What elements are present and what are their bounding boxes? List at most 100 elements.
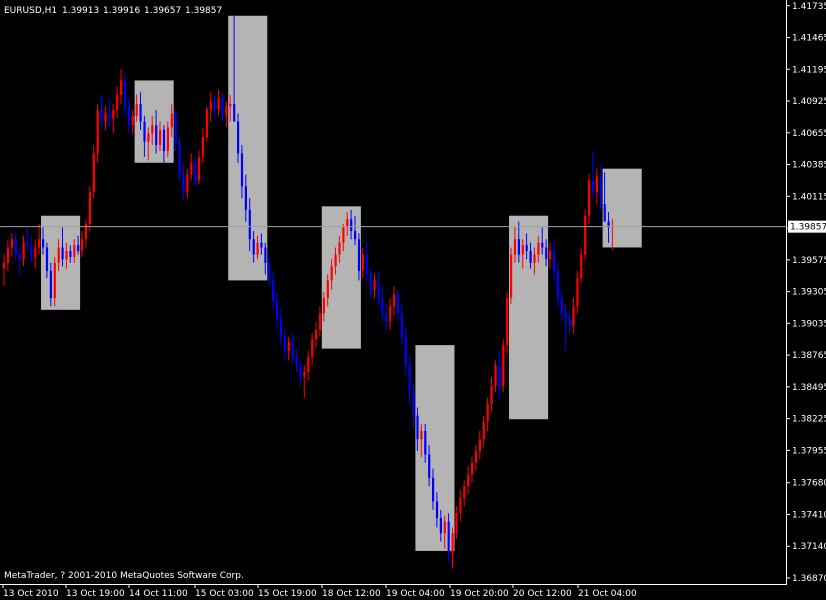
candle-body (190, 162, 193, 175)
candle-body (229, 103, 232, 107)
candle-body (572, 306, 575, 326)
x-tick-label: 13 Oct 19:00 (66, 589, 125, 599)
y-tick-label: 1.37410 (792, 510, 826, 520)
candle-body (6, 247, 10, 263)
candle-body (443, 521, 446, 534)
candle-body (272, 280, 275, 302)
chart-header: EURUSD,H1 1.39913 1.39916 1.39657 1.3985… (4, 6, 222, 16)
candle-body (416, 415, 419, 440)
candle-body (385, 313, 388, 322)
candle-body (424, 430, 427, 455)
candle-body (49, 271, 52, 299)
candle-body (357, 239, 361, 272)
candle-body (482, 421, 485, 440)
candle-body (603, 203, 606, 222)
candle-body (217, 98, 220, 110)
candle-128 (502, 339, 505, 393)
x-tick-label: 15 Oct 03:00 (195, 589, 254, 599)
symbol-label: EURUSD,H1 (4, 6, 57, 16)
candle-body (580, 254, 583, 279)
candle-body (471, 462, 474, 475)
candle-body (311, 339, 314, 357)
current-price-label: 1.39857 (788, 220, 826, 233)
y-tick-label: 1.38495 (792, 383, 826, 393)
candle-body (556, 271, 559, 299)
candle-body (369, 274, 372, 290)
candle-body (381, 298, 384, 314)
candle-body (408, 365, 411, 393)
x-tick-label: 20 Oct 12:00 (513, 589, 572, 599)
candle-body (318, 313, 322, 330)
y-tick-label: 1.39305 (792, 288, 826, 298)
candle-body (182, 174, 185, 193)
candle-body (599, 176, 602, 204)
candle-body (365, 254, 368, 275)
candle-body (38, 239, 41, 248)
candle-body (545, 247, 548, 260)
candle-body (14, 239, 17, 255)
candle-52 (205, 106, 208, 142)
price-chart[interactable]: 1.41735 1.41465 1.41195 1.40925 1.40655 1.403… (0, 0, 826, 600)
y-tick-label: 1.39575 (792, 256, 826, 266)
candle-body (276, 301, 279, 319)
candle-body (315, 329, 318, 340)
y-tick-label: 1.38765 (792, 351, 826, 361)
y-tick-label: 1.41735 (792, 2, 826, 12)
candle-body (595, 176, 598, 193)
candle-body (400, 313, 403, 337)
candle-body (248, 209, 251, 240)
candle-body (338, 242, 341, 255)
y-tick-label: 1.40115 (792, 192, 826, 202)
candle-body (552, 251, 556, 272)
candle-body (354, 231, 357, 240)
y-tick-label: 1.41195 (792, 65, 826, 75)
candle-body (233, 103, 236, 122)
candle-body (549, 251, 552, 260)
x-tick-label: 15 Oct 19:00 (258, 589, 317, 599)
candle-body (88, 192, 91, 224)
ohlc-open: 1.39913 (62, 6, 99, 16)
candle-body (517, 239, 520, 255)
candle-body (377, 280, 380, 299)
candle-body (529, 251, 532, 263)
y-tick-label: 1.37680 (792, 479, 826, 489)
candle-body (498, 365, 501, 387)
candle-body (455, 513, 458, 534)
candle-body (393, 294, 396, 307)
y-tick-label: 1.38225 (792, 415, 826, 425)
candle-body (174, 113, 177, 142)
candle-body (170, 113, 173, 128)
candle-body (100, 109, 103, 122)
candle-body (478, 439, 481, 451)
candle-body (361, 254, 364, 272)
candle-body (268, 262, 271, 281)
ohlc-high: 1.39916 (103, 6, 140, 16)
candle-body (61, 247, 64, 260)
candle-body (396, 294, 400, 314)
candle-body (104, 113, 107, 122)
candle-body (81, 239, 84, 252)
candle-body (65, 251, 68, 260)
candle-body (30, 245, 33, 257)
candle-body (295, 356, 298, 366)
candle-body (73, 245, 76, 257)
candle-body (244, 186, 247, 210)
ohlc-low: 1.39657 (144, 6, 181, 16)
candle-body (439, 518, 442, 534)
x-tick-label: 19 Oct 20:00 (450, 589, 509, 599)
candle-body (225, 106, 228, 116)
candle-body (22, 242, 25, 260)
candle-body (237, 121, 240, 154)
y-tick-label: 1.37955 (792, 446, 826, 456)
candle-body (420, 430, 423, 440)
candle-body (486, 403, 489, 422)
candle-body (240, 153, 244, 187)
candle-body (264, 247, 267, 263)
candle-149 (584, 209, 587, 260)
candle-body (159, 129, 162, 146)
candle-body (42, 239, 45, 248)
candle-body (256, 242, 259, 255)
candle-body (432, 478, 435, 502)
candle-129 (506, 292, 509, 354)
candle-body (252, 239, 255, 255)
